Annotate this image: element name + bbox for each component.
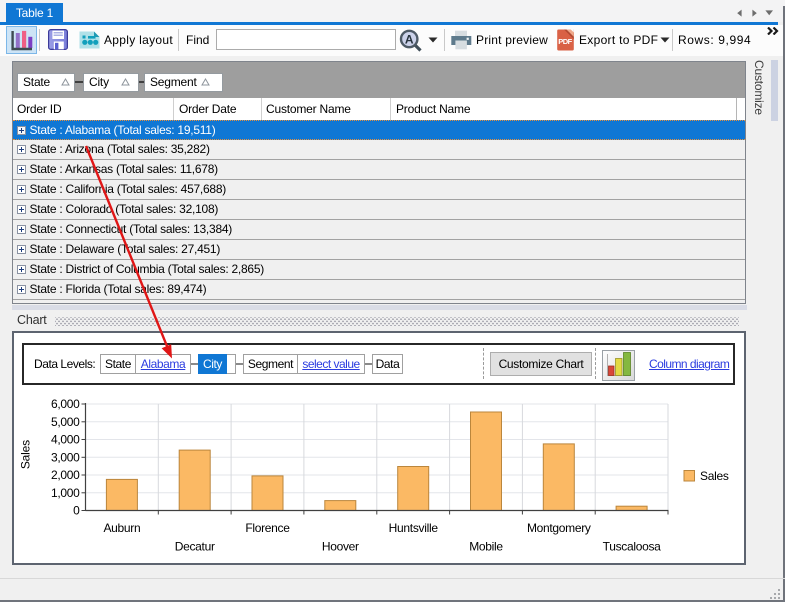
svg-text:5,000: 5,000 bbox=[51, 415, 80, 429]
svg-text:Sales: Sales bbox=[700, 469, 729, 483]
svg-text:2,000: 2,000 bbox=[51, 468, 80, 482]
svg-text:1,000: 1,000 bbox=[51, 486, 80, 500]
svg-text:0: 0 bbox=[73, 504, 80, 518]
svg-text:Hoover: Hoover bbox=[322, 540, 359, 554]
svg-text:Montgomery: Montgomery bbox=[527, 521, 591, 535]
svg-text:Huntsville: Huntsville bbox=[389, 521, 439, 535]
svg-text:Mobile: Mobile bbox=[469, 540, 503, 554]
svg-text:Decatur: Decatur bbox=[175, 540, 215, 554]
svg-text:Sales: Sales bbox=[19, 440, 33, 469]
svg-text:3,000: 3,000 bbox=[51, 450, 80, 464]
svg-text:Auburn: Auburn bbox=[103, 521, 140, 535]
svg-text:6,000: 6,000 bbox=[51, 397, 80, 411]
svg-text:Florence: Florence bbox=[245, 521, 290, 535]
svg-text:4,000: 4,000 bbox=[51, 433, 80, 447]
svg-text:Tuscaloosa: Tuscaloosa bbox=[603, 540, 662, 554]
